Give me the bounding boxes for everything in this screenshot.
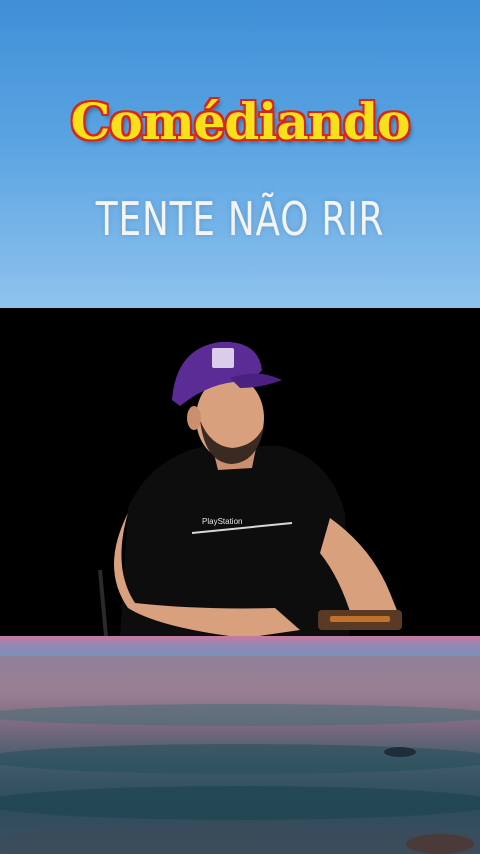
presenter-illustration: PlayStation — [98, 341, 402, 638]
ear — [187, 406, 201, 430]
brand-title: Comédiando — [70, 92, 411, 151]
shirt-logo-text: PlayStation — [202, 517, 242, 526]
video-frame[interactable]: PlayStation — [0, 308, 480, 638]
sea-background — [0, 656, 480, 854]
challenge-subtitle: TENTE NÃO RIR — [95, 192, 385, 246]
chair-edge — [98, 569, 108, 637]
video-divider — [0, 636, 480, 656]
top-banner: Comédiando TENTE NÃO RIR — [0, 0, 480, 308]
cap-logo-icon — [212, 348, 234, 368]
device-light — [330, 616, 390, 622]
rock-icon — [384, 747, 474, 854]
